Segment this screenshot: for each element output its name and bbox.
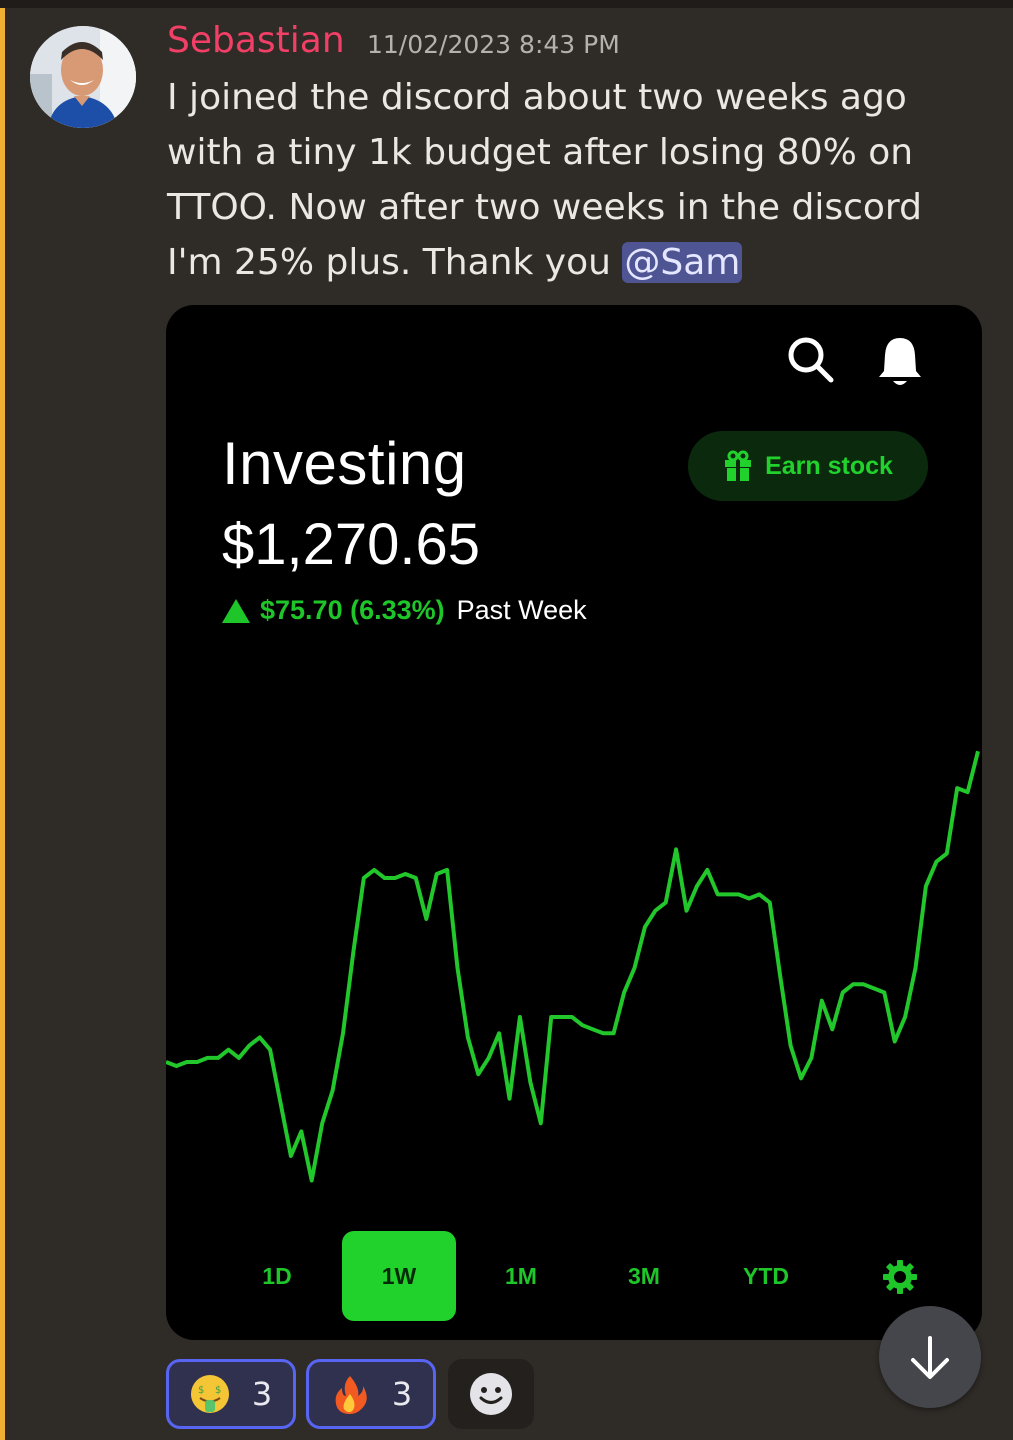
change-value: $75.70 (6.33%) bbox=[260, 595, 445, 625]
svg-text:$: $ bbox=[198, 1385, 204, 1396]
portfolio-change: $75.70 (6.33%) Past Week bbox=[222, 595, 587, 626]
add-reaction-button[interactable] bbox=[448, 1359, 534, 1429]
money-mouth-face-icon: $ $ bbox=[190, 1375, 229, 1413]
portfolio-line-chart[interactable] bbox=[166, 725, 982, 1215]
screenshot-attachment[interactable]: Investing $1,270.65 $75.70 (6.33%) Past … bbox=[166, 305, 982, 1340]
earn-stock-button[interactable]: Earn stock bbox=[688, 431, 928, 501]
range-ytd[interactable]: YTD bbox=[709, 1231, 823, 1321]
reaction-count: 3 bbox=[391, 1375, 413, 1413]
scroll-to-bottom-button[interactable] bbox=[879, 1306, 981, 1408]
range-1d[interactable]: 1D bbox=[220, 1231, 334, 1321]
portfolio-value: $1,270.65 bbox=[222, 512, 481, 577]
mention-highlight-bar bbox=[0, 8, 5, 1440]
smiley-add-icon bbox=[470, 1373, 512, 1415]
gear-icon[interactable] bbox=[882, 1259, 918, 1295]
user-mention[interactable]: @Sam bbox=[622, 242, 743, 283]
series-line bbox=[166, 750, 980, 1183]
message-timestamp: 11/02/2023 8:43 PM bbox=[367, 30, 620, 59]
top-bar bbox=[0, 0, 1013, 8]
earn-stock-label: Earn stock bbox=[765, 451, 893, 480]
reaction-money-mouth[interactable]: $ $ 3 bbox=[166, 1359, 296, 1429]
change-period: Past Week bbox=[456, 595, 587, 625]
arrow-down-icon bbox=[911, 1336, 949, 1379]
svg-text:$: $ bbox=[215, 1385, 221, 1396]
search-icon bbox=[788, 337, 834, 383]
bell-icon bbox=[879, 338, 921, 385]
author-name[interactable]: Sebastian bbox=[167, 20, 345, 61]
message-text: I joined the discord about two weeks ago… bbox=[167, 70, 987, 290]
fire-icon bbox=[335, 1376, 367, 1414]
avatar[interactable] bbox=[30, 26, 136, 128]
gift-icon bbox=[725, 450, 752, 481]
range-1m[interactable]: 1M bbox=[464, 1231, 578, 1321]
portfolio-title: Investing bbox=[222, 430, 467, 497]
up-triangle-icon bbox=[222, 598, 250, 623]
reaction-fire[interactable]: 3 bbox=[306, 1359, 436, 1429]
time-range-selector: 1D 1W 1M 3M YTD bbox=[166, 1231, 982, 1323]
range-3m[interactable]: 3M bbox=[587, 1231, 701, 1321]
message-body: I joined the discord about two weeks ago… bbox=[167, 77, 922, 283]
reaction-count: 3 bbox=[251, 1375, 273, 1413]
avatar-image bbox=[30, 26, 136, 128]
range-1w[interactable]: 1W bbox=[342, 1231, 456, 1321]
